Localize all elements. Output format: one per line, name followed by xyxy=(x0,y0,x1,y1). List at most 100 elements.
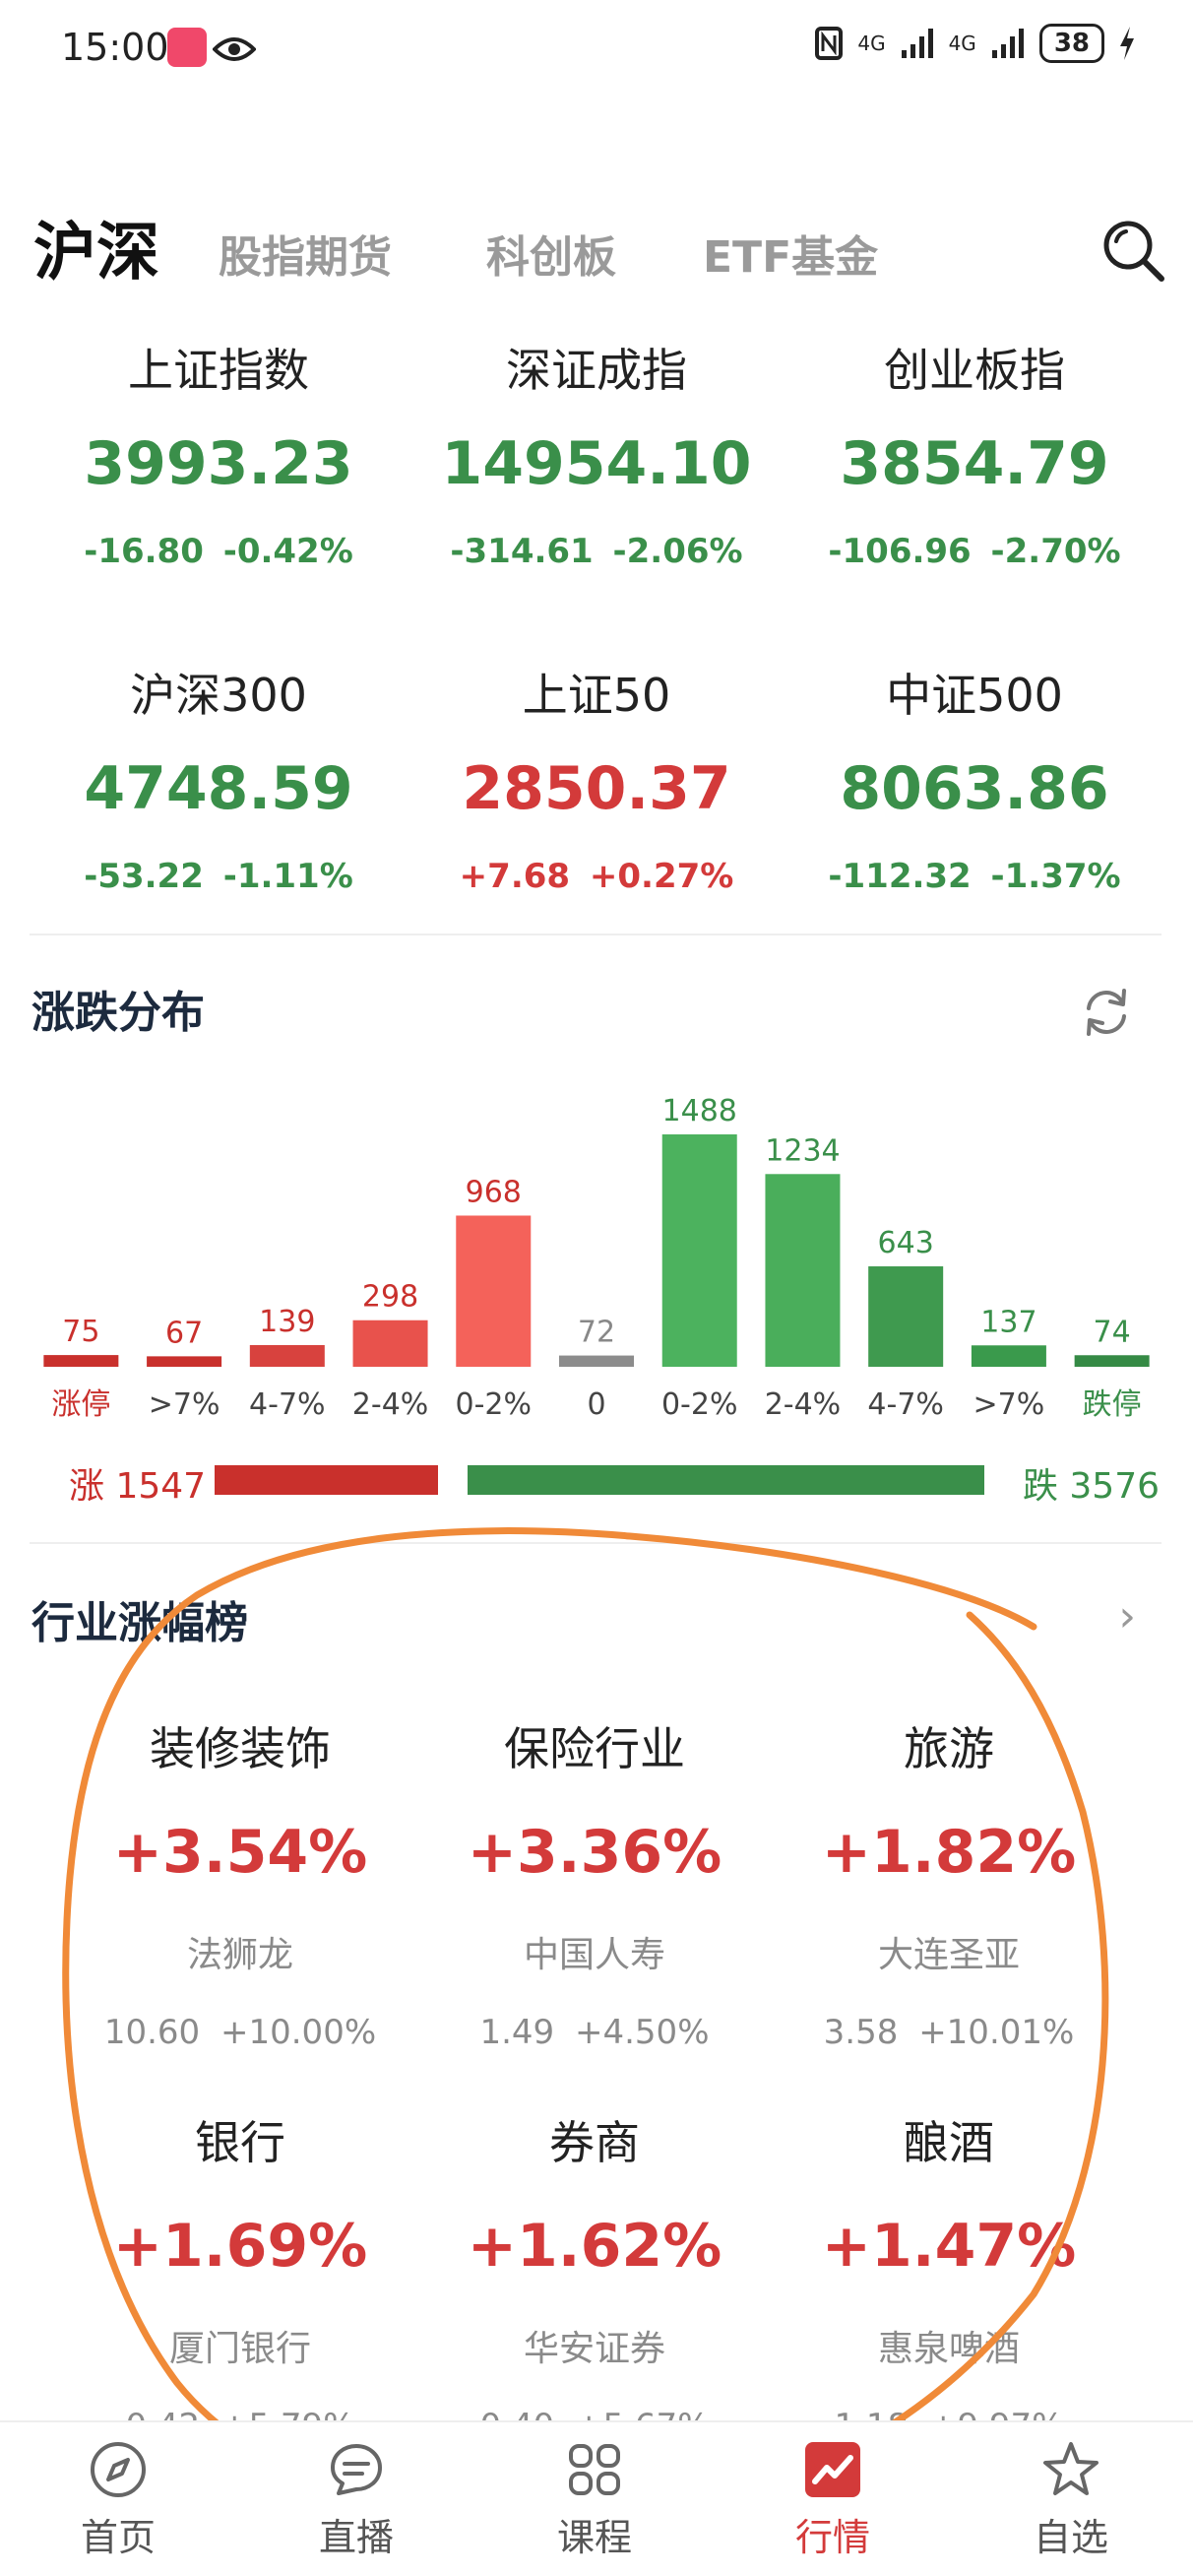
distribution-category-label: 4-7% xyxy=(249,1387,326,1422)
leading-stock-change: +4.50% xyxy=(575,2013,710,2052)
industry-card[interactable]: 银行 +1.69% 厦门银行 0.42 +5.79% xyxy=(61,2107,419,2446)
down-ratio-fill xyxy=(468,1465,984,1495)
nav-label: 课程 xyxy=(556,2516,632,2559)
index-value: 14954.10 xyxy=(441,429,752,498)
distribution-bar xyxy=(868,1266,944,1367)
index-change: -16.80 -0.42% xyxy=(84,532,353,571)
search-icon[interactable] xyxy=(1100,218,1165,283)
index-card[interactable]: 深证成指 14954.10 -314.61 -2.06% xyxy=(398,335,795,571)
leading-stock-price: 1.49 xyxy=(479,2013,555,2052)
index-name: 上证指数 xyxy=(128,344,309,397)
nav-item-market[interactable]: 行情 xyxy=(734,2438,931,2561)
distribution-bar xyxy=(661,1134,737,1367)
distribution-value-label: 67 xyxy=(165,1316,203,1350)
leading-stock-name: 大连圣亚 xyxy=(877,1935,1020,1975)
index-name: 中证500 xyxy=(886,669,1063,722)
industry-change: +1.47% xyxy=(821,2212,1077,2281)
distribution-category-label: >7% xyxy=(973,1387,1045,1422)
chevron-right-icon[interactable]: › xyxy=(1118,1591,1136,1642)
star-icon xyxy=(1043,2442,1099,2495)
leading-stock-stats: 10.60 +10.00% xyxy=(61,2013,419,2052)
nav-label: 直播 xyxy=(318,2516,394,2559)
distribution-bar xyxy=(43,1355,119,1367)
compass-icon xyxy=(91,2442,146,2497)
leading-stock-name: 厦门银行 xyxy=(168,2329,311,2369)
distribution-value-label: 137 xyxy=(980,1305,1036,1339)
industry-card[interactable]: 券商 +1.62% 华安证券 0.40 +5.67% xyxy=(415,2107,774,2446)
industry-name: 银行 xyxy=(195,2116,285,2169)
index-value: 4748.59 xyxy=(84,754,353,823)
industry-change: +3.54% xyxy=(112,1818,368,1887)
leading-stock-name: 法狮龙 xyxy=(186,1935,293,1975)
tab-shenzhen-shanghai[interactable]: 沪深 xyxy=(33,202,159,292)
index-card[interactable]: 中证500 8063.86 -112.32 -1.37% xyxy=(776,660,1173,896)
distribution-value-label: 968 xyxy=(466,1175,522,1209)
distribution-bar xyxy=(352,1320,428,1367)
nfc-icon xyxy=(815,27,844,60)
index-name: 创业板指 xyxy=(884,344,1065,397)
grid-icon xyxy=(569,2444,620,2495)
industry-title[interactable]: 行业涨幅榜 xyxy=(31,1587,248,1650)
index-card[interactable]: 上证指数 3993.23 -16.80 -0.42% xyxy=(20,335,417,571)
leading-stock-name: 惠泉啤酒 xyxy=(877,2329,1020,2369)
down-count-label: 跌 3576 xyxy=(1022,1466,1160,1507)
nav-item-courses[interactable]: 课程 xyxy=(496,2438,693,2561)
leading-stock-change: +10.01% xyxy=(918,2013,1075,2052)
distribution-title: 涨跌分布 xyxy=(31,988,205,1038)
leading-stock-stats: 3.58 +10.01% xyxy=(770,2013,1128,2052)
distribution-bar xyxy=(971,1345,1046,1367)
market-tabs: 沪深 股指期货 科创板 ETF基金 xyxy=(33,202,1165,300)
industry-name: 装修装饰 xyxy=(150,1722,331,1775)
distribution-value-label: 1488 xyxy=(662,1094,737,1128)
index-name: 沪深300 xyxy=(130,669,307,722)
status-time: 15:00 xyxy=(61,26,169,69)
distribution-category-label: 0 xyxy=(587,1387,605,1422)
distribution-value-label: 74 xyxy=(1094,1315,1131,1349)
industry-card[interactable]: 酿酒 +1.47% 惠泉啤酒 1.18 +9.97% xyxy=(770,2107,1128,2446)
section-divider xyxy=(30,934,1162,935)
nav-item-home[interactable]: 首页 xyxy=(20,2438,217,2561)
chat-icon xyxy=(331,2444,382,2495)
distribution-value-label: 72 xyxy=(578,1316,615,1350)
refresh-icon[interactable] xyxy=(1079,985,1134,1040)
index-name: 深证成指 xyxy=(506,344,687,397)
index-change: -112.32 -1.37% xyxy=(828,857,1121,896)
leading-stock-stats: 1.49 +4.50% xyxy=(415,2013,774,2052)
up-count-label: 涨 1547 xyxy=(69,1466,207,1507)
industry-change: +3.36% xyxy=(467,1818,722,1887)
nav-item-watchlist[interactable]: 自选 xyxy=(973,2438,1169,2561)
nav-item-live[interactable]: 直播 xyxy=(258,2438,455,2561)
distribution-bar xyxy=(559,1355,634,1367)
tab-etf-funds[interactable]: ETF基金 xyxy=(703,222,878,285)
index-value: 8063.86 xyxy=(840,754,1109,823)
distribution-bar xyxy=(249,1344,325,1367)
tab-index-futures[interactable]: 股指期货 xyxy=(219,222,392,285)
up-down-ratio-bar: 涨 1547 跌 3576 xyxy=(59,1457,1160,1507)
leading-stock-name: 华安证券 xyxy=(523,2329,665,2369)
distribution-category-label: 2-4% xyxy=(352,1387,429,1422)
distribution-bar xyxy=(456,1215,532,1367)
industry-change: +1.69% xyxy=(112,2212,368,2281)
distribution-chart: 75 涨停 67 >7% 139 4-7% 298 2-4% 968 0-2% 72 0 1488 0-2… xyxy=(43,1094,1150,1422)
index-card[interactable]: 创业板指 3854.79 -106.96 -2.70% xyxy=(776,335,1173,571)
leading-stock-change: +10.00% xyxy=(220,2013,377,2052)
distribution-bar xyxy=(147,1356,222,1367)
tab-star-market[interactable]: 科创板 xyxy=(486,222,616,285)
distribution-value-label: 75 xyxy=(62,1315,99,1349)
index-change: +7.68 +0.27% xyxy=(459,857,734,896)
index-card[interactable]: 沪深300 4748.59 -53.22 -1.11% xyxy=(20,660,417,896)
bottom-nav: 首页 直播 课程 行情 自选 xyxy=(0,2420,1193,2576)
index-card[interactable]: 上证50 2850.37 +7.68 +0.27% xyxy=(398,660,795,896)
industry-card[interactable]: 旅游 +1.82% 大连圣亚 3.58 +10.01% xyxy=(770,1713,1128,2052)
nav-label: 自选 xyxy=(1033,2516,1108,2559)
distribution-value-label: 643 xyxy=(878,1226,934,1260)
industry-name: 酿酒 xyxy=(904,2116,994,2169)
status-bar: 15:00 4G 4G 38 xyxy=(0,0,1193,98)
distribution-category-label: 涨停 xyxy=(51,1387,110,1422)
industry-card[interactable]: 保险行业 +3.36% 中国人寿 1.49 +4.50% xyxy=(415,1713,774,2052)
industry-card[interactable]: 装修装饰 +3.54% 法狮龙 10.60 +10.00% xyxy=(61,1713,419,2052)
leading-stock-price: 3.58 xyxy=(823,2013,899,2052)
index-value: 2850.37 xyxy=(462,754,731,823)
distribution-bar xyxy=(765,1174,841,1367)
nav-label: 首页 xyxy=(80,2516,156,2559)
